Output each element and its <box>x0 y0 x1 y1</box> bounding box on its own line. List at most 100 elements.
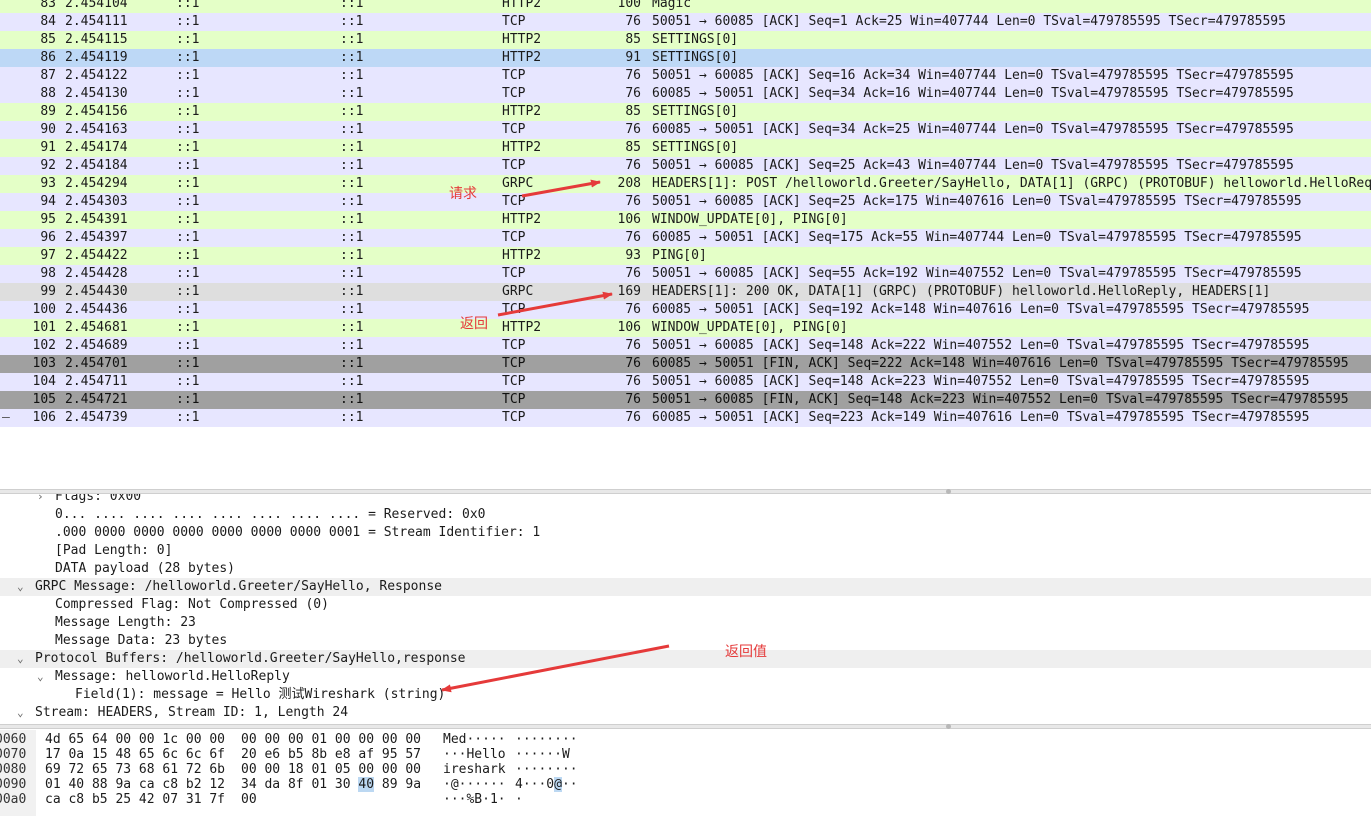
packet-protocol: TCP <box>502 86 526 101</box>
packet-row[interactable]: 93 2.454294::1::1 GRPC 208 HEADERS[1]: POST … <box>0 175 1371 193</box>
packet-number: 100 <box>32 302 56 317</box>
packet-row[interactable]: 105 2.454721::1::1 TCP 76 50051 → 60085 [FIN… <box>0 391 1371 409</box>
packet-protocol: TCP <box>502 158 526 173</box>
packet-protocol: TCP <box>502 194 526 209</box>
packet-row[interactable]: 87 2.454122::1::1 TCP 76 50051 → 60085 [ACK]… <box>0 67 1371 85</box>
expand-chevron-icon[interactable]: ⌄ <box>17 650 24 668</box>
detail-tree-item[interactable]: [Pad Length: 0] <box>0 542 1371 560</box>
packet-source: ::1 <box>176 338 200 353</box>
detail-tree-item[interactable]: Field(1): message = Hello 测试Wireshark (s… <box>0 686 1371 704</box>
packet-info: PING[0] <box>652 248 707 263</box>
packet-protocol: HTTP2 <box>502 104 542 119</box>
expand-chevron-icon[interactable]: ⌄ <box>17 578 24 596</box>
hex-bytes: ca c8 b5 25 42 07 31 7f <box>45 792 226 807</box>
packet-row[interactable]: 98 2.454428::1::1 TCP 76 50051 → 60085 [ACK]… <box>0 265 1371 283</box>
packet-row[interactable]: 83 2.454104::1::1 HTTP2 100 Magic <box>0 0 1371 13</box>
packet-source: ::1 <box>176 104 200 119</box>
packet-time: 2.454122 <box>65 68 128 83</box>
detail-tree-item[interactable]: Message Length: 23 <box>0 614 1371 632</box>
packet-length: 85 <box>625 104 641 119</box>
packet-row[interactable]: 91 2.454174::1::1 HTTP2 85 SETTINGS[0] <box>0 139 1371 157</box>
detail-tree-label: Field(1): message = Hello 测试Wireshark (s… <box>75 687 446 702</box>
expand-chevron-icon[interactable]: ⌄ <box>17 704 24 722</box>
packet-info: SETTINGS[0] <box>652 50 739 65</box>
detail-tree-item[interactable]: DATA payload (28 bytes) <box>0 560 1371 578</box>
packet-destination: ::1 <box>340 32 364 47</box>
packet-row[interactable]: 96 2.454397::1::1 TCP 76 60085 → 50051 [ACK]… <box>0 229 1371 247</box>
packet-row[interactable]: –106 2.454739::1::1 TCP 76 60085 → 50051 [AC… <box>0 409 1371 427</box>
packet-source: ::1 <box>176 302 200 317</box>
hex-bytes: 00 00 18 01 05 00 00 00 <box>241 762 422 777</box>
hex-bytes-part: 89 9a <box>381 777 422 792</box>
packet-list[interactable]: 83 2.454104::1::1 HTTP2 100 Magic 84 2.454111:… <box>0 0 1371 489</box>
packet-row[interactable]: 101 2.454681::1::1 HTTP2 106 WINDOW_UPDATE[0… <box>0 319 1371 337</box>
packet-row[interactable]: 103 2.454701::1::1 TCP 76 60085 → 50051 [FIN… <box>0 355 1371 373</box>
packet-row[interactable]: 92 2.454184::1::1 TCP 76 50051 → 60085 [ACK]… <box>0 157 1371 175</box>
detail-tree-item[interactable]: Compressed Flag: Not Compressed (0) <box>0 596 1371 614</box>
packet-time: 2.454430 <box>65 284 128 299</box>
packet-source: ::1 <box>176 266 200 281</box>
hex-ascii: ········ <box>515 732 578 747</box>
packet-row[interactable]: 86 2.454119::1::1 HTTP2 91 SETTINGS[0] <box>0 49 1371 67</box>
packet-number: 103 <box>32 356 56 371</box>
packet-row[interactable]: 85 2.454115::1::1 HTTP2 85 SETTINGS[0] <box>0 31 1371 49</box>
packet-time: 2.454436 <box>65 302 128 317</box>
packet-row[interactable]: 94 2.454303::1::1 TCP 76 50051 → 60085 [ACK]… <box>0 193 1371 211</box>
packet-destination: ::1 <box>340 266 364 281</box>
packet-length: 85 <box>625 32 641 47</box>
hex-bytes: 17 0a 15 48 65 6c 6c 6f <box>45 747 226 762</box>
packet-info: 60085 → 50051 [ACK] Seq=223 Ack=149 Win=… <box>652 410 1310 425</box>
packet-protocol: TCP <box>502 302 526 317</box>
packet-row[interactable]: 104 2.454711::1::1 TCP 76 50051 → 60085 [ACK… <box>0 373 1371 391</box>
packet-info: 50051 → 60085 [FIN, ACK] Seq=148 Ack=223… <box>652 392 1349 407</box>
packet-row[interactable]: 95 2.454391::1::1 HTTP2 106 WINDOW_UPDATE[0]… <box>0 211 1371 229</box>
hex-ascii: ireshark <box>443 762 506 777</box>
packet-time: 2.454174 <box>65 140 128 155</box>
packet-number: 84 <box>40 14 56 29</box>
packet-info: SETTINGS[0] <box>652 32 739 47</box>
packet-length: 76 <box>625 230 641 245</box>
hex-ascii: · <box>515 792 523 807</box>
detail-tree-item[interactable]: Message Data: 23 bytes <box>0 632 1371 650</box>
packet-length: 85 <box>625 140 641 155</box>
packet-source: ::1 <box>176 374 200 389</box>
packet-row[interactable]: 100 2.454436::1::1 TCP 76 60085 → 50051 [ACK… <box>0 301 1371 319</box>
packet-length: 100 <box>617 0 641 11</box>
packet-info: SETTINGS[0] <box>652 140 739 155</box>
hex-ascii-highlight[interactable]: @ <box>554 777 562 792</box>
detail-tree-item[interactable]: .000 0000 0000 0000 0000 0000 0000 0001 … <box>0 524 1371 542</box>
packet-source: ::1 <box>176 14 200 29</box>
packet-source: ::1 <box>176 392 200 407</box>
packet-info: 60085 → 50051 [FIN, ACK] Seq=222 Ack=148… <box>652 356 1349 371</box>
detail-tree-item[interactable]: ⌄ Message: helloworld.HelloReply <box>0 668 1371 686</box>
packet-source: ::1 <box>176 0 200 11</box>
packet-details-tree[interactable]: › Flags: 0x00 0... .... .... .... .... ...… <box>0 494 1371 724</box>
hex-byte-highlight[interactable]: 40 <box>358 777 375 792</box>
packet-source: ::1 <box>176 230 200 245</box>
packet-row[interactable]: 97 2.454422::1::1 HTTP2 93 PING[0] <box>0 247 1371 265</box>
packet-bytes-pane[interactable]: 0060 4d 65 64 00 00 1c 00 00 00 00 00 01 0… <box>0 730 1371 816</box>
splitter-grip-icon <box>946 724 951 729</box>
packet-row[interactable]: 89 2.454156::1::1 HTTP2 85 SETTINGS[0] <box>0 103 1371 121</box>
packet-destination: ::1 <box>340 158 364 173</box>
detail-tree-label: GRPC Message: /helloworld.Greeter/SayHel… <box>35 579 442 594</box>
pane-splitter-bottom[interactable] <box>0 724 1371 729</box>
detail-tree-item[interactable]: 0... .... .... .... .... .... .... .... … <box>0 506 1371 524</box>
packet-destination: ::1 <box>340 122 364 137</box>
expand-chevron-icon[interactable]: ⌄ <box>37 668 44 686</box>
packet-row[interactable]: 84 2.454111::1::1 TCP 76 50051 → 60085 [ACK]… <box>0 13 1371 31</box>
packet-row[interactable]: 102 2.454689::1::1 TCP 76 50051 → 60085 [ACK… <box>0 337 1371 355</box>
packet-info: WINDOW_UPDATE[0], PING[0] <box>652 212 848 227</box>
detail-tree-item[interactable]: › Flags: 0x00 <box>0 494 1371 506</box>
hex-offset: 0080 <box>0 762 27 777</box>
packet-row[interactable]: 90 2.454163::1::1 TCP 76 60085 → 50051 [ACK]… <box>0 121 1371 139</box>
detail-tree-item[interactable]: ⌄ Stream: HEADERS, Stream ID: 1, Length 2… <box>0 704 1371 722</box>
packet-row[interactable]: 88 2.454130::1::1 TCP 76 60085 → 50051 [ACK]… <box>0 85 1371 103</box>
packet-protocol: HTTP2 <box>502 320 542 335</box>
packet-number: 90 <box>40 122 56 137</box>
collapse-chevron-icon[interactable]: › <box>37 494 44 506</box>
packet-row[interactable]: 99 2.454430::1::1 GRPC 169 HEADERS[1]: 200 O… <box>0 283 1371 301</box>
detail-tree-item[interactable]: ⌄ GRPC Message: /helloworld.Greeter/SayHe… <box>0 578 1371 596</box>
detail-tree-item[interactable]: ⌄ Protocol Buffers: /helloworld.Greeter/S… <box>0 650 1371 668</box>
detail-tree-label: 0... .... .... .... .... .... .... .... … <box>55 507 486 522</box>
